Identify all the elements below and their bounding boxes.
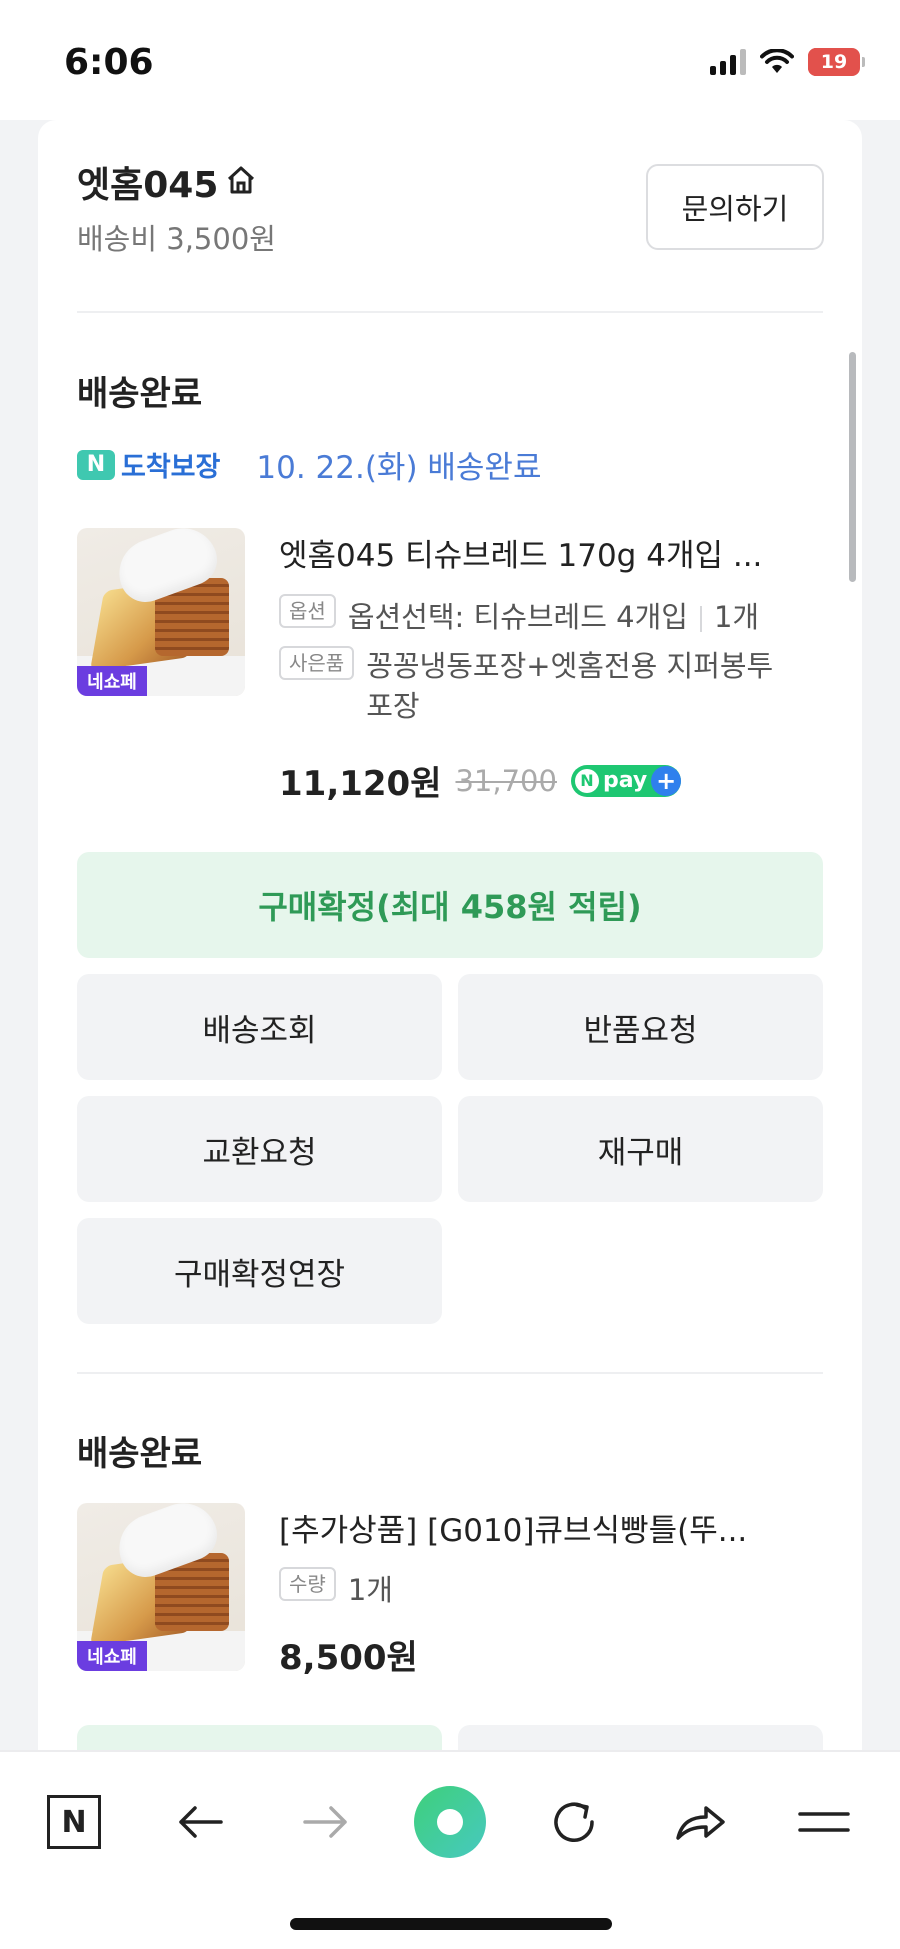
- inquiry-button[interactable]: 문의하기: [646, 164, 824, 250]
- order-card: 엣홈045 배송비 3,500원 문의하기 배송완료 N 도착보장 10. 22…: [38, 120, 862, 1765]
- npay-label: pay: [602, 768, 648, 793]
- green-dot-button[interactable]: [410, 1782, 490, 1862]
- home-indicator[interactable]: [290, 1918, 612, 1930]
- npay-n-icon: N: [574, 768, 599, 793]
- status-time: 6:06: [64, 42, 154, 83]
- back-button[interactable]: [160, 1782, 240, 1862]
- delivery-status-title: 배송완료: [77, 1434, 203, 1474]
- gift-row: 사은품 꽁꽁냉동포장+엣홈전용 지퍼봉투 포장: [279, 646, 819, 726]
- status-icons: 19: [710, 48, 865, 76]
- divider: [77, 1372, 823, 1374]
- arrival-date: 10. 22.(화) 배송완료: [256, 450, 542, 486]
- menu-button[interactable]: [784, 1782, 864, 1862]
- naver-home-button[interactable]: N: [34, 1782, 114, 1862]
- price: 8,500원: [279, 1638, 418, 1678]
- purchase-confirm-button[interactable]: 구매확정(최대 458원 적립): [77, 852, 823, 958]
- price-row: 8,500원: [279, 1630, 418, 1679]
- scrollbar[interactable]: [849, 352, 856, 582]
- divider: [77, 311, 823, 313]
- store-name[interactable]: 엣홈045: [77, 156, 218, 208]
- store-header[interactable]: 엣홈045: [77, 156, 258, 208]
- option-row: 옵션 옵션선택: 티슈브레드 4개입 1개: [279, 594, 819, 636]
- delivery-status-title: 배송완료: [77, 374, 203, 414]
- store-label: 네쇼페: [77, 1641, 147, 1671]
- return-request-button[interactable]: 반품요청: [458, 974, 823, 1080]
- quantity-text: 1개: [347, 1573, 393, 1607]
- product-title[interactable]: 엣홈045 티슈브레드 170g 4개입 ...: [279, 530, 819, 575]
- forward-button[interactable]: [286, 1782, 366, 1862]
- green-dot-icon: [414, 1786, 486, 1858]
- arrival-guarantee-row: N 도착보장 10. 22.(화) 배송완료: [77, 442, 541, 487]
- arrow-right-icon: [303, 1806, 347, 1838]
- product-image[interactable]: 네쇼페: [77, 1503, 245, 1671]
- share-icon: [676, 1806, 725, 1840]
- refresh-icon: [554, 1802, 594, 1842]
- product-title[interactable]: [추가상품] [G010]큐브식빵틀(뚜...: [279, 1505, 819, 1550]
- battery-level: 19: [820, 51, 848, 73]
- npay-plus-badge: N pay +: [570, 764, 682, 797]
- option-qty: 1개: [713, 600, 760, 634]
- repurchase-button[interactable]: 재구매: [458, 1096, 823, 1202]
- store-label: 네쇼페: [77, 666, 147, 696]
- naver-n-icon: N: [47, 1795, 101, 1849]
- shipping-fee: 배송비 3,500원: [77, 222, 276, 256]
- menu-icon: [798, 1812, 850, 1832]
- quantity-row: 수량 1개: [279, 1567, 819, 1609]
- gift-text: 꽁꽁냉동포장+엣홈전용 지퍼봉투 포장: [366, 649, 774, 724]
- delivery-truck-icon: N: [77, 449, 115, 480]
- share-button[interactable]: [660, 1782, 740, 1862]
- arrival-guarantee-badge: N 도착보장: [77, 445, 220, 484]
- arrow-left-icon: [179, 1806, 223, 1838]
- plus-icon: +: [651, 765, 682, 796]
- arrival-badge-label: 도착보장: [121, 452, 221, 483]
- exchange-request-button[interactable]: 교환요청: [77, 1096, 442, 1202]
- price: 11,120원: [279, 764, 442, 804]
- price-row: 11,120원 31,700 N pay +: [279, 756, 682, 805]
- cellular-signal-icon: [710, 49, 746, 75]
- original-price: 31,700: [455, 763, 557, 798]
- home-icon: [224, 163, 258, 201]
- extend-confirm-button[interactable]: 구매확정연장: [77, 1218, 442, 1324]
- product-image[interactable]: 네쇼페: [77, 528, 245, 696]
- wifi-icon: [760, 49, 794, 75]
- option-tag: 옵션: [279, 594, 336, 628]
- battery-icon: 19: [808, 48, 865, 76]
- quantity-tag: 수량: [279, 1567, 336, 1601]
- track-delivery-button[interactable]: 배송조회: [77, 974, 442, 1080]
- refresh-button[interactable]: [534, 1782, 614, 1862]
- gift-tag: 사은품: [279, 646, 355, 680]
- option-text: 옵션선택: 티슈브레드 4개입: [347, 600, 688, 634]
- status-bar: 6:06 19: [0, 0, 900, 120]
